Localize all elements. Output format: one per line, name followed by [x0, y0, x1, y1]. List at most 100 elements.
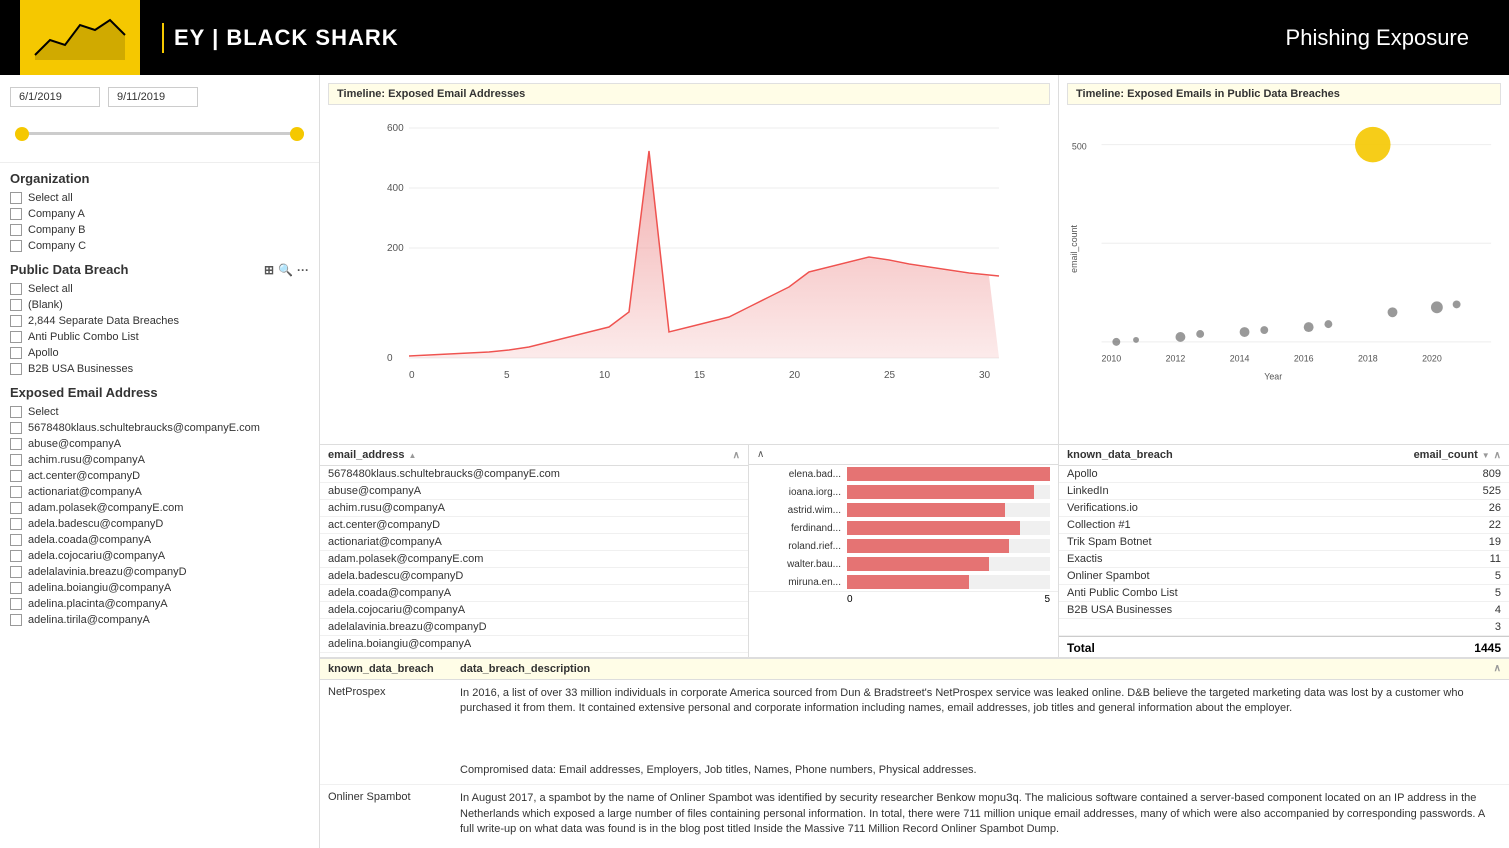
date-end-input[interactable] — [108, 87, 198, 107]
email-table-row[interactable]: adelina.boiangiu@companyA — [320, 636, 748, 653]
email-item-10[interactable]: adelalavinia.breazu@companyD — [10, 564, 309, 580]
slider-handle-left[interactable] — [15, 127, 29, 141]
email-checkbox-8[interactable] — [10, 534, 22, 546]
search-icon[interactable]: 🔍 — [278, 263, 293, 277]
breach-count-col-header[interactable]: email_count ▼ — [1410, 449, 1490, 461]
email-item-2[interactable]: abuse@companyA — [10, 436, 309, 452]
breach-count-row[interactable]: Trik Spam Botnet 19 — [1059, 534, 1509, 551]
breach-checkbox-blank[interactable] — [10, 299, 22, 311]
description-area: known_data_breach data_breach_descriptio… — [320, 658, 1509, 848]
right-chart-title: Timeline: Exposed Emails in Public Data … — [1067, 83, 1501, 105]
bar-chart-row[interactable]: ferdinand... — [749, 519, 1058, 537]
breach-section-header[interactable]: Public Data Breach ⊞ 🔍 ··· — [0, 254, 319, 281]
email-item-13[interactable]: adelina.tirila@companyA — [10, 612, 309, 628]
email-checkbox-6[interactable] — [10, 502, 22, 514]
bar-chart-row[interactable]: miruna.en... — [749, 573, 1058, 591]
bar-chart-row[interactable]: walter.bau... — [749, 555, 1058, 573]
email-table-row[interactable]: adela.badescu@companyD — [320, 568, 748, 585]
bar-chart-row[interactable]: elena.bad... — [749, 465, 1058, 483]
date-start-input[interactable] — [10, 87, 100, 107]
email-table-row[interactable]: abuse@companyA — [320, 483, 748, 500]
breach-count-row[interactable]: B2B USA Businesses 4 — [1059, 602, 1509, 619]
email-table-row[interactable]: achim.rusu@companyA — [320, 500, 748, 517]
breach-item-blank[interactable]: (Blank) — [10, 297, 309, 313]
org-checkbox-all[interactable] — [10, 192, 22, 204]
email-checkbox-5[interactable] — [10, 486, 22, 498]
breach-item-anti[interactable]: Anti Public Combo List — [10, 329, 309, 345]
org-checkbox-c[interactable] — [10, 240, 22, 252]
org-label-all: Select all — [28, 192, 73, 204]
breach-count-row[interactable]: Exactis 11 — [1059, 551, 1509, 568]
email-table-row[interactable]: adelalavinia.breazu@companyD — [320, 619, 748, 636]
email-item-3[interactable]: achim.rusu@companyA — [10, 452, 309, 468]
breach-checkbox-2844[interactable] — [10, 315, 22, 327]
email-checkbox-11[interactable] — [10, 582, 22, 594]
email-checkbox-9[interactable] — [10, 550, 22, 562]
email-checkbox-3[interactable] — [10, 454, 22, 466]
email-table-row[interactable]: act.center@companyD — [320, 517, 748, 534]
org-item-company-c[interactable]: Company C — [10, 238, 309, 254]
email-item-9[interactable]: adela.cojocariu@companyA — [10, 548, 309, 564]
bar-chart-row[interactable]: astrid.wim... — [749, 501, 1058, 519]
breach-checkbox-b2b[interactable] — [10, 363, 22, 375]
breach-name-col-header[interactable]: known_data_breach — [1067, 449, 1410, 461]
email-checkbox-12[interactable] — [10, 598, 22, 610]
bar-chart-row[interactable]: roland.rief... — [749, 537, 1058, 555]
breach-count-row[interactable]: Onliner Spambot 5 — [1059, 568, 1509, 585]
breach-count-row[interactable]: Collection #1 22 — [1059, 517, 1509, 534]
email-item-4[interactable]: act.center@companyD — [10, 468, 309, 484]
email-item-12[interactable]: adelina.placinta@companyA — [10, 596, 309, 612]
breach-label-apollo: Apollo — [28, 347, 59, 359]
svg-text:200: 200 — [387, 243, 404, 254]
email-table-row[interactable]: adela.coada@companyA — [320, 585, 748, 602]
email-item-8[interactable]: adela.coada@companyA — [10, 532, 309, 548]
email-checkbox-13[interactable] — [10, 614, 22, 626]
org-item-company-a[interactable]: Company A — [10, 206, 309, 222]
filter-icon[interactable]: ⊞ — [264, 263, 274, 277]
email-item-11[interactable]: adelina.boiangiu@companyA — [10, 580, 309, 596]
email-item-1[interactable]: 5678480klaus.schultebraucks@companyE.com — [10, 420, 309, 436]
breach-item-2844[interactable]: 2,844 Separate Data Breaches — [10, 313, 309, 329]
more-icon[interactable]: ··· — [297, 263, 309, 277]
org-select-all[interactable]: Select all — [10, 190, 309, 206]
breach-count-row[interactable]: Verifications.io 26 — [1059, 500, 1509, 517]
email-cell: adela.coada@companyA — [328, 587, 740, 599]
email-checkbox-4[interactable] — [10, 470, 22, 482]
email-item-5[interactable]: actionariat@companyA — [10, 484, 309, 500]
email-select[interactable]: Select — [10, 404, 309, 420]
breach-checkbox-all[interactable] — [10, 283, 22, 295]
breach-count-row[interactable]: 3 — [1059, 619, 1509, 636]
breach-count-row[interactable]: Anti Public Combo List 5 — [1059, 585, 1509, 602]
email-table-row[interactable]: adela.cojocariu@companyA — [320, 602, 748, 619]
org-checkbox-b[interactable] — [10, 224, 22, 236]
email-col-header[interactable]: email_address ▲ — [328, 449, 733, 461]
breach-checkbox-anti[interactable] — [10, 331, 22, 343]
email-item-7[interactable]: adela.badescu@companyD — [10, 516, 309, 532]
email-checkbox-select[interactable] — [10, 406, 22, 418]
breach-select-all[interactable]: Select all — [10, 281, 309, 297]
email-checkbox-7[interactable] — [10, 518, 22, 530]
breach-checkbox-apollo[interactable] — [10, 347, 22, 359]
left-chart-title: Timeline: Exposed Email Addresses — [328, 83, 1050, 105]
email-section-label: Exposed Email Address — [10, 385, 158, 400]
org-label-a: Company A — [28, 208, 85, 220]
breach-count-row[interactable]: LinkedIn 525 — [1059, 483, 1509, 500]
desc-row: Onliner Spambot In August 2017, a spambo… — [320, 785, 1509, 848]
org-section-header[interactable]: Organization — [0, 163, 319, 190]
breach-item-apollo[interactable]: Apollo — [10, 345, 309, 361]
email-checkbox-2[interactable] — [10, 438, 22, 450]
breach-count-row[interactable]: Apollo 809 — [1059, 466, 1509, 483]
org-item-company-b[interactable]: Company B — [10, 222, 309, 238]
slider-handle-right[interactable] — [290, 127, 304, 141]
email-checkbox-10[interactable] — [10, 566, 22, 578]
email-table-row[interactable]: adam.polasek@companyE.com — [320, 551, 748, 568]
bar-chart-row[interactable]: ioana.iorg... — [749, 483, 1058, 501]
email-item-6[interactable]: adam.polasek@companyE.com — [10, 500, 309, 516]
date-inputs — [10, 87, 309, 107]
email-table-row[interactable]: 5678480klaus.schultebraucks@companyE.com — [320, 466, 748, 483]
org-checkbox-a[interactable] — [10, 208, 22, 220]
email-table-row[interactable]: actionariat@companyA — [320, 534, 748, 551]
email-section-header[interactable]: Exposed Email Address — [0, 377, 319, 404]
email-checkbox-1[interactable] — [10, 422, 22, 434]
breach-item-b2b[interactable]: B2B USA Businesses — [10, 361, 309, 377]
